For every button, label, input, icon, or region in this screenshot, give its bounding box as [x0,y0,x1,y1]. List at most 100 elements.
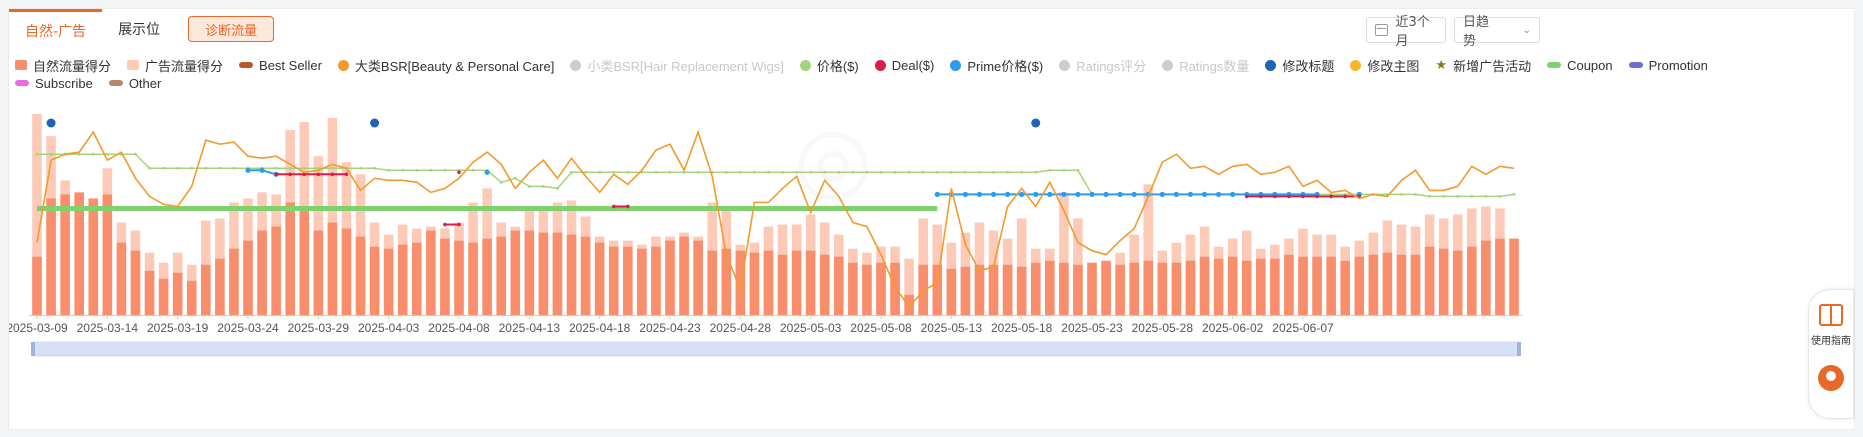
price-point [1442,195,1446,198]
prime-price-point [245,167,251,173]
price-point [795,170,798,174]
price-point [415,168,419,172]
organic-score-bar [1030,262,1041,315]
prime-price-point [1103,191,1109,197]
price-point [232,166,236,170]
organic-score-bar [215,258,225,315]
price-point [1034,170,1038,174]
traffic-panel: 自然-广告 展示位 诊断流量 近3个月 日趋势 ⌄ 自然流量得分 广告流量得分 Be… [8,8,1855,430]
price-point [556,186,559,190]
x-tick-label: 2025-03-19 [147,321,209,335]
price-point [612,170,616,174]
prime-price-point [1201,191,1208,197]
deal-point [344,172,349,177]
organic-score-bar [426,230,436,315]
price-point [513,176,517,180]
support-avatar-icon[interactable] [1818,365,1844,391]
x-tick-label: 2025-04-13 [499,321,561,335]
organic-score-bar [172,272,183,315]
organic-score-bar [1354,256,1365,315]
prime-price-point [1005,191,1011,197]
price-point [35,152,39,156]
prime-price-point [1230,191,1236,197]
deal-point [1273,194,1277,199]
organic-score-bar [144,270,155,315]
deal-point [457,222,461,227]
organic-score-bar [834,256,844,315]
organic-score-bar [496,236,506,315]
x-tick-label: 2025-05-28 [1132,321,1194,335]
deal-point [288,172,293,177]
organic-score-bar [229,248,239,315]
organic-score-bar [876,262,886,315]
price-point [992,170,995,174]
price-point [1006,170,1009,174]
x-tick-label: 2025-05-03 [780,321,842,335]
usage-guide-widget[interactable]: 使用指南 [1808,289,1854,419]
book-icon [1819,304,1843,326]
x-tick-label: 2025-04-23 [639,321,701,335]
price-point [527,184,531,188]
prime-price-point [1187,191,1194,197]
prime-price-point [1216,191,1222,197]
price-point [401,168,405,172]
organic-score-bar [1059,262,1069,315]
x-tick-label: 2025-05-13 [921,321,983,335]
organic-score-bar [46,198,56,315]
prime-price-point [259,167,265,173]
prime-price-point [1075,191,1081,197]
deal-point [1301,194,1305,199]
price-point [542,184,545,188]
organic-score-bar [130,250,141,315]
organic-score-bar [1396,254,1407,315]
organic-score-bar [88,198,99,315]
organic-score-bar [341,228,352,315]
organic-score-bar [285,202,295,315]
price-point [978,170,981,174]
organic-score-bar [468,242,478,315]
deal-point [626,204,630,209]
organic-score-bar [819,254,830,315]
organic-score-bar [946,268,957,315]
price-point [626,170,630,174]
organic-score-bar [1326,256,1336,315]
price-point [907,170,911,174]
organic-score-bar [1438,248,1449,315]
organic-score-bar [679,236,689,315]
price-point [429,168,433,172]
organic-score-bar [1045,260,1055,315]
organic-score-bar [1087,262,1097,315]
price-point [724,170,728,174]
price-point [471,168,475,172]
x-tick-label: 2025-03-24 [217,321,279,335]
title-change-marker [370,118,380,128]
price-point [190,166,194,170]
organic-score-bar [201,264,211,315]
x-tick-label: 2025-04-28 [710,321,772,335]
price-point [1400,193,1403,196]
price-point [1470,195,1474,198]
price-point [570,170,573,174]
organic-score-bar [1368,254,1379,315]
organic-score-bar [313,230,324,315]
price-point [1428,195,1431,198]
organic-score-bar [1382,252,1393,315]
organic-score-bar [243,240,253,315]
organic-score-bar [890,262,900,315]
organic-score-bar [1241,260,1252,315]
organic-score-bar [1481,240,1491,315]
organic-score-bar [974,264,985,315]
zoom-slider-window [33,342,1519,356]
price-point [302,166,306,170]
price-point [598,170,602,174]
price-point [823,170,827,174]
organic-score-bar [608,246,619,315]
prime-price-point [1061,191,1067,197]
organic-score-bar [1016,266,1027,315]
price-point [935,170,939,174]
price-point [274,166,278,170]
deal-point [1329,194,1333,199]
deal-point [1315,194,1319,199]
price-point [387,168,391,172]
organic-score-bar [665,240,675,315]
